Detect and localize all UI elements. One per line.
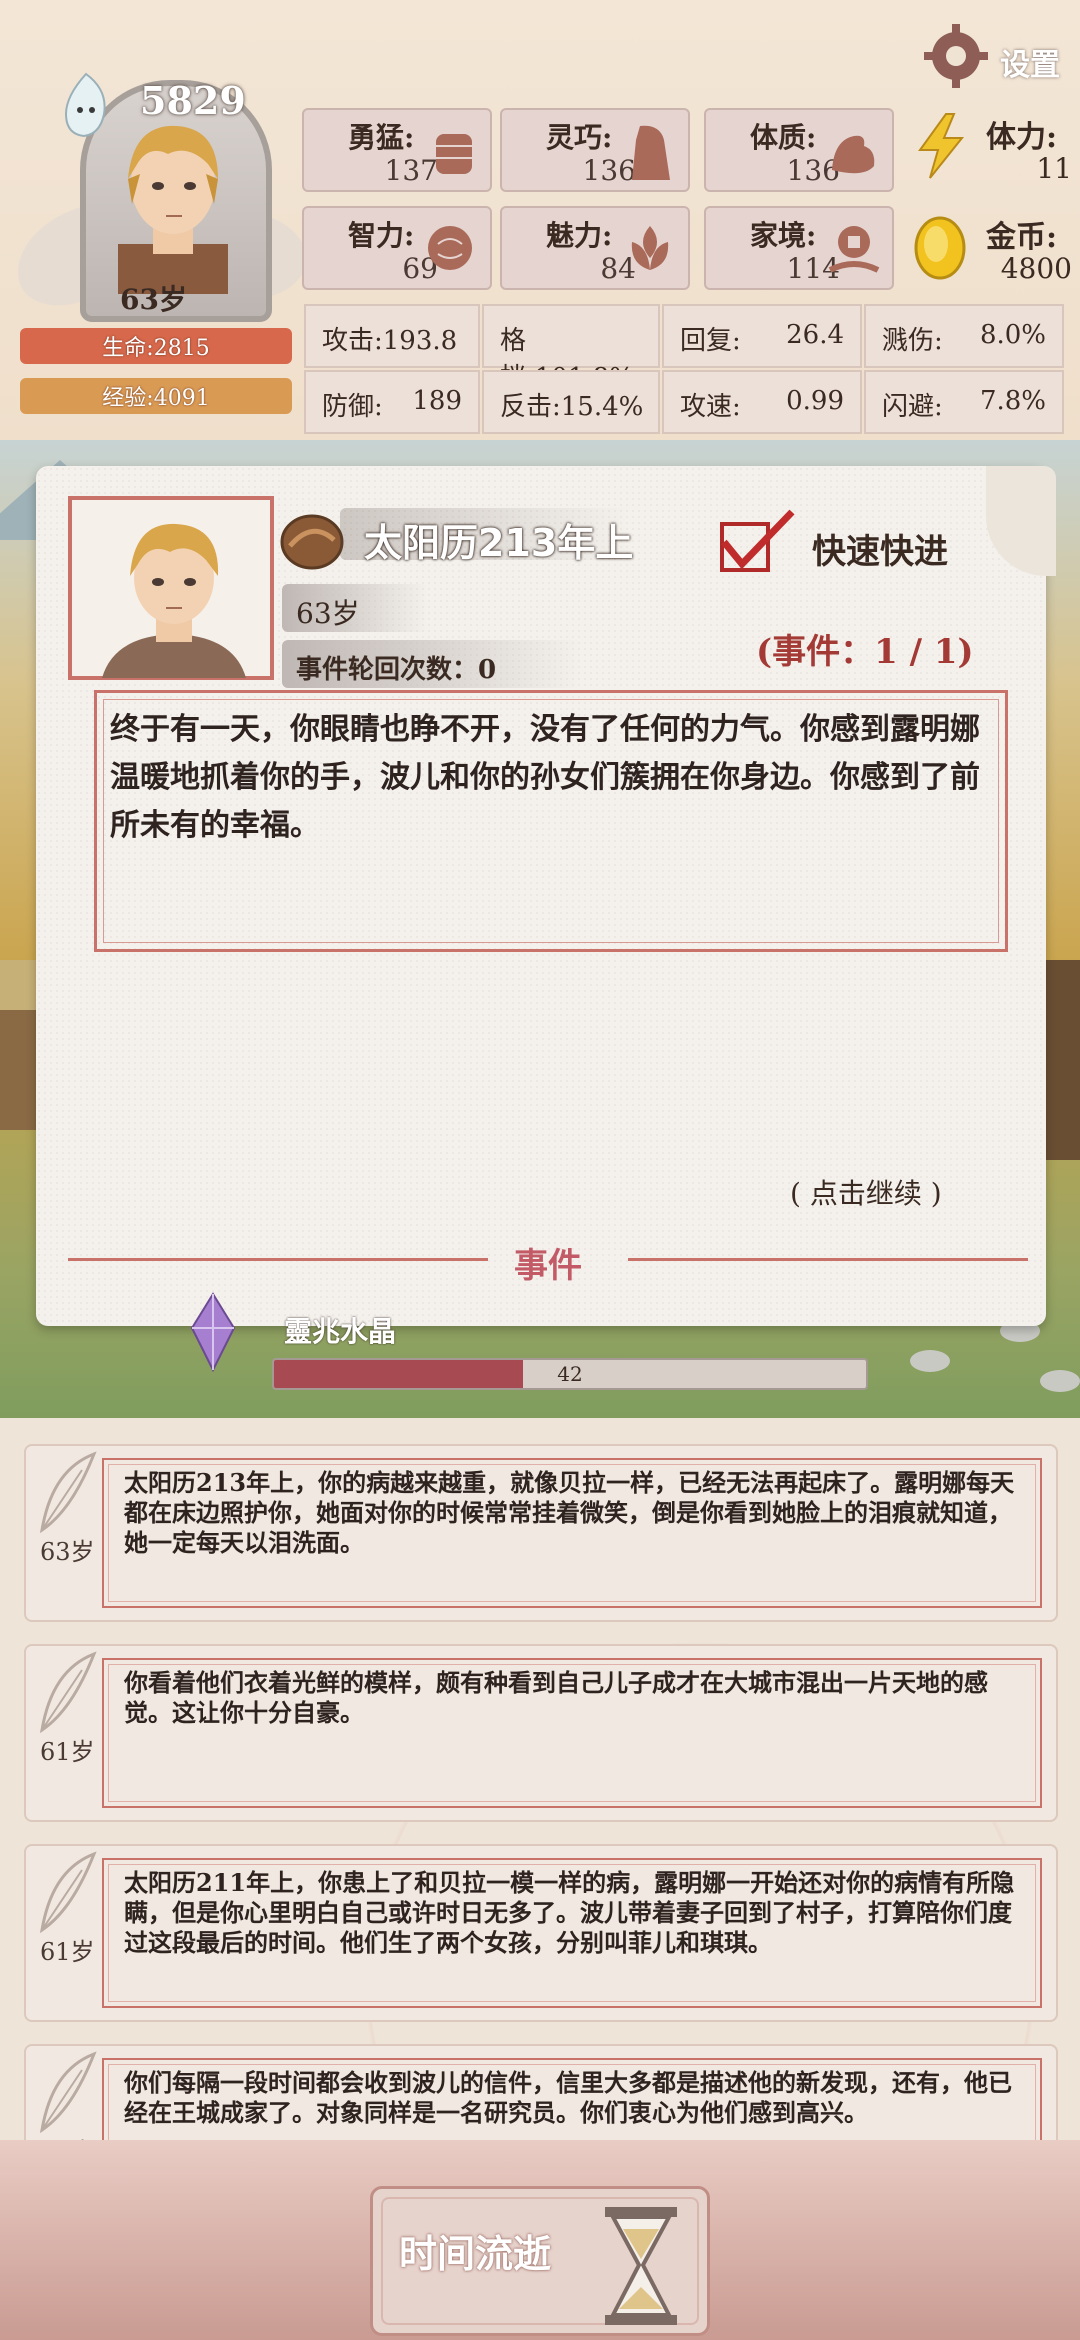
event-portrait [68, 496, 274, 680]
money-icon [828, 226, 880, 273]
building-decoration [1040, 960, 1080, 1160]
stat-family[interactable]: 家境: 114 [704, 206, 894, 290]
character-portrait-icon [118, 125, 228, 294]
stat-label: 灵巧: [546, 121, 613, 154]
attr-attack: 攻击:193.8 [304, 304, 480, 368]
crystal-progress-bar: 42 [272, 1358, 868, 1390]
stamina-stat[interactable]: 体力: 11 [906, 106, 1076, 190]
gold-value: 4800 [1000, 252, 1072, 285]
banner-line-left [68, 1258, 488, 1261]
log-age: 63岁 [40, 1538, 95, 1566]
log-text: 你们每隔一段时间都会收到波儿的信件，信里大多都是描述他的新发现，还有，他已经在王… [124, 2068, 1012, 2127]
stat-label: 魅力: [546, 219, 613, 252]
stat-charm[interactable]: 魅力: 84 [500, 206, 690, 290]
stat-intelligence[interactable]: 智力: 69 [302, 206, 492, 290]
log-item[interactable]: 61岁 太阳历211年上，你患上了和贝拉一模一样的病，露明娜一开始还对你的病情有… [24, 1844, 1058, 2022]
hp-label: 生命:2815 [102, 336, 210, 361]
hp-bar: 生命:2815 [20, 328, 292, 364]
score-value: 5829 [140, 78, 246, 123]
bronze-coin-icon [280, 514, 344, 570]
attr-block: 格挡:101.8% [482, 304, 660, 393]
event-age: 63岁 [296, 597, 360, 630]
player-age: 63岁 [120, 283, 187, 316]
stat-label: 家境: [750, 219, 817, 252]
event-log-list[interactable]: 63岁 太阳历213年上，你的病越来越重，就像贝拉一样，已经无法再起床了。露明娜… [0, 1418, 1080, 2140]
rock-decoration [910, 1350, 950, 1372]
log-age: 61岁 [40, 1738, 95, 1766]
feather-icon [39, 1451, 97, 1534]
event-banner: 事件 [68, 1232, 1028, 1286]
log-item[interactable]: 63岁 太阳历213年上，你的病越来越重，就像贝拉一样，已经无法再起床了。露明娜… [24, 1444, 1058, 1622]
event-count: (事件：1 / 1) [756, 632, 974, 672]
attr-attack-speed: 攻速: 0.99 [662, 370, 862, 434]
rock-decoration [1040, 1370, 1080, 1392]
log-item[interactable]: 61岁 你看着他们衣着光鲜的模样，颇有种看到自己儿子成才在大城市混出一片天地的感… [24, 1644, 1058, 1822]
event-title: 太阳历213年上 [364, 521, 634, 565]
feather-icon [39, 1851, 97, 1934]
event-banner-label: 事件 [514, 1246, 582, 1286]
attr-regen: 回复: 26.4 [662, 304, 862, 368]
spirit-icon [64, 72, 106, 138]
log-age: 61岁 [40, 1938, 95, 1966]
crystal-progress-value: 42 [557, 1362, 583, 1386]
log-text: 太阳历213年上，你的病越来越重，就像贝拉一样，已经无法再起床了。露明娜每天都在… [124, 1468, 1015, 1557]
stat-constitution[interactable]: 体质: 136 [704, 108, 894, 192]
event-age-pill: 63岁 [282, 584, 428, 632]
fast-forward-checkbox[interactable] [716, 508, 796, 576]
time-pass-button[interactable]: 时间流逝 [370, 2186, 710, 2336]
flower-icon [631, 226, 669, 270]
continue-prompt[interactable]: ( 点击继续 ) [790, 1172, 942, 1212]
attr-dodge: 闪避: 7.8% [864, 370, 1064, 434]
exp-bar: 经验:4091 [20, 378, 292, 414]
stamina-label: 体力: [986, 120, 1058, 155]
log-text: 你看着他们衣着光鲜的模样，颇有种看到自己儿子成才在大城市混出一片天地的感觉。这让… [124, 1668, 988, 1727]
event-text: 终于有一天，你眼睛也睁不开，没有了任何的力气。你感到露明娜温暖地抓着你的手，波儿… [110, 712, 980, 843]
fist-icon [436, 134, 472, 174]
arm-muscle-icon [832, 135, 875, 174]
attr-splash: 溅伤: 8.0% [864, 304, 1064, 368]
status-panel: 5829 63岁 生命:2815 经验:4091 勇猛: 137 灵巧: 136… [0, 0, 1080, 440]
hourglass-icon [605, 2207, 677, 2325]
feather-icon [39, 1651, 97, 1734]
stat-label: 勇猛: [348, 121, 415, 154]
crystal-icon [190, 1292, 236, 1372]
exp-label: 经验:4091 [102, 386, 210, 411]
gold-coin-icon [914, 216, 966, 280]
settings-label: 设置 [1000, 48, 1060, 83]
stamina-value: 11 [1036, 152, 1072, 185]
cloak-icon [632, 125, 670, 180]
crystal-name: 靈兆水晶 [284, 1315, 397, 1348]
stat-dexterity[interactable]: 灵巧: 136 [500, 108, 690, 192]
log-age: 55岁 [40, 2132, 95, 2140]
attr-counter: 反击:15.4% [482, 370, 660, 434]
feather-icon [39, 2051, 97, 2134]
time-pass-label: 时间流逝 [399, 2231, 552, 2276]
attr-defense: 防御: 189 [304, 370, 480, 434]
character-portrait-icon [102, 523, 246, 678]
gold-label: 金币: [986, 220, 1058, 255]
gear-icon [924, 24, 988, 88]
settings-button[interactable]: 设置 [918, 22, 1066, 90]
brain-icon [428, 226, 472, 270]
log-text: 太阳历211年上，你患上了和贝拉一模一样的病，露明娜一开始还对你的病情有所隐瞒，… [124, 1868, 1015, 1957]
paper-curl-decoration [986, 466, 1056, 576]
fast-forward-label[interactable]: 快速快进 [812, 524, 948, 573]
rounds-label: 事件轮回次数：0 [296, 655, 497, 685]
gold-stat[interactable]: 金币: 4800 [906, 206, 1076, 290]
stat-bravery[interactable]: 勇猛: 137 [302, 108, 492, 192]
log-item[interactable]: 55岁 你们每隔一段时间都会收到波儿的信件，信里大多都是描述他的新发现，还有，他… [24, 2044, 1058, 2140]
rounds-pill: 事件轮回次数：0 [282, 640, 582, 688]
stat-label: 体质: [750, 121, 817, 154]
lightning-icon [918, 113, 965, 179]
stat-label: 智力: [348, 219, 415, 252]
banner-line-right [628, 1258, 1028, 1261]
